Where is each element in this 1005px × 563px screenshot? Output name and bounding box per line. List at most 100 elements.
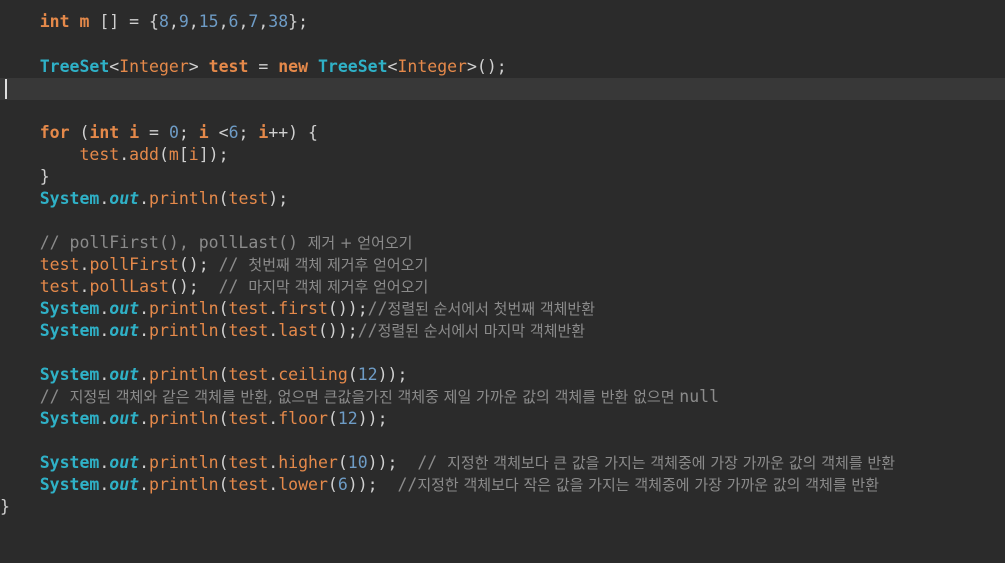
code-line[interactable] [0, 33, 1005, 55]
code-line[interactable] [0, 210, 1005, 232]
code-token: . [99, 365, 110, 384]
text-cursor [5, 79, 7, 99]
code-token: )); [357, 409, 388, 428]
code-token: . [268, 453, 279, 472]
code-token: int [89, 123, 120, 142]
code-token: . [99, 321, 110, 340]
code-line[interactable]: TreeSet<Integer> test = new TreeSet<Inte… [0, 56, 1005, 78]
code-token: . [99, 299, 110, 318]
code-token: 8 [158, 12, 169, 31]
code-token: TreeSet [39, 57, 110, 76]
code-line[interactable]: System.out.println(test.last());//정렬된 순서… [0, 320, 1005, 342]
code-comment: null [679, 387, 720, 406]
code-token: pollFirst [89, 255, 179, 274]
code-line[interactable]: } [0, 166, 1005, 188]
code-token: new [278, 57, 309, 76]
code-token: last [278, 321, 318, 340]
code-token: test [208, 57, 249, 76]
code-line[interactable]: test.add(m[i]); [0, 144, 1005, 166]
code-token: System [39, 365, 100, 384]
code-token: test [39, 277, 80, 296]
code-token: 6 [228, 123, 239, 142]
code-comment: 지정한 객체보다 큰 값을 가지는 객체중에 가장 가까운 값의 객체를 반환 [447, 454, 896, 472]
code-token: lower [278, 475, 328, 494]
code-line[interactable]: int m [] = {8,9,15,6,7,38}; [0, 11, 1005, 33]
code-token: . [139, 299, 150, 318]
code-token: )); [377, 365, 408, 384]
code-line[interactable]: test.pollLast(); // 마지막 객체 제거후 얻어오기 [0, 276, 1005, 298]
code-line[interactable]: System.out.println(test.ceiling(12)); [0, 364, 1005, 386]
code-line[interactable]: System.out.println(test.first());//정렬된 순… [0, 298, 1005, 320]
code-token: . [119, 145, 130, 164]
code-token: System [39, 453, 100, 472]
code-token: Integer [119, 57, 189, 76]
code-token: test [39, 255, 80, 274]
code-comment: // [417, 453, 448, 472]
code-line[interactable] [0, 430, 1005, 452]
code-token: i [258, 123, 269, 142]
code-token: . [139, 453, 150, 472]
code-editor[interactable]: int m [] = {8,9,15,6,7,38}; TreeSet < Inte… [0, 0, 1005, 563]
code-token: = [248, 57, 279, 76]
code-line[interactable]: test.pollFirst(); // 첫번째 객체 제거후 얻어오기 [0, 254, 1005, 276]
code-token: ()); [327, 299, 368, 318]
code-line[interactable]: System.out.println(test); [0, 188, 1005, 210]
code-comment: 지정된 객체와 같은 객체를 반환, 없으면 큰값을가진 객체중 제일 가까운 … [69, 388, 680, 406]
code-token: ceiling [278, 365, 348, 384]
code-token: , [218, 12, 229, 31]
code-line[interactable]: System.out.println(test.lower(6)); //지정한… [0, 474, 1005, 496]
code-token: ); [268, 189, 289, 208]
code-token: ( [218, 299, 229, 318]
code-token: . [139, 189, 150, 208]
code-token: test [228, 321, 269, 340]
code-comment: // pollFirst(), pollLast() [39, 233, 299, 252]
code-token: int [39, 12, 70, 31]
code-token: . [99, 453, 110, 472]
code-token: 12 [357, 365, 378, 384]
code-comment: // [367, 299, 388, 318]
code-token: . [268, 321, 279, 340]
code-token: add [129, 145, 159, 164]
code-token: . [99, 189, 110, 208]
code-token: > [188, 57, 209, 76]
code-token: ()); [317, 321, 358, 340]
code-line[interactable]: // 지정된 객체와 같은 객체를 반환, 없으면 큰값을가진 객체중 제일 가… [0, 386, 1005, 408]
code-line[interactable]: System.out.println(test.higher(10)); // … [0, 452, 1005, 474]
code-token: i [198, 123, 209, 142]
code-token: test [228, 299, 269, 318]
code-token: for [39, 123, 70, 142]
code-token: out [109, 409, 140, 428]
code-token: ( [218, 453, 229, 472]
code-line[interactable] [0, 342, 1005, 364]
code-token: , [238, 12, 249, 31]
code-token: 6 [228, 12, 239, 31]
code-token: < [208, 123, 229, 142]
code-line[interactable]: } [0, 496, 1005, 518]
code-comment: 제거 + 얻어오기 [298, 234, 413, 252]
code-token: println [149, 299, 219, 318]
code-token: 12 [337, 409, 358, 428]
code-line[interactable]: System.out.println(test.floor(12)); [0, 408, 1005, 430]
code-token: < [387, 57, 398, 76]
code-line[interactable]: // pollFirst(), pollLast() 제거 + 얻어오기 [0, 232, 1005, 254]
code-token: ( [218, 321, 229, 340]
code-token: out [109, 475, 140, 494]
code-token: System [39, 321, 100, 340]
code-line[interactable]: for (int i = 0; i <6; i++) { [0, 122, 1005, 144]
code-line[interactable] [0, 78, 1005, 100]
code-token: test [228, 189, 269, 208]
code-token: out [109, 189, 140, 208]
code-token: 0 [168, 123, 179, 142]
code-token: out [109, 453, 140, 472]
code-line[interactable] [0, 100, 1005, 122]
code-token: }; [288, 12, 309, 31]
